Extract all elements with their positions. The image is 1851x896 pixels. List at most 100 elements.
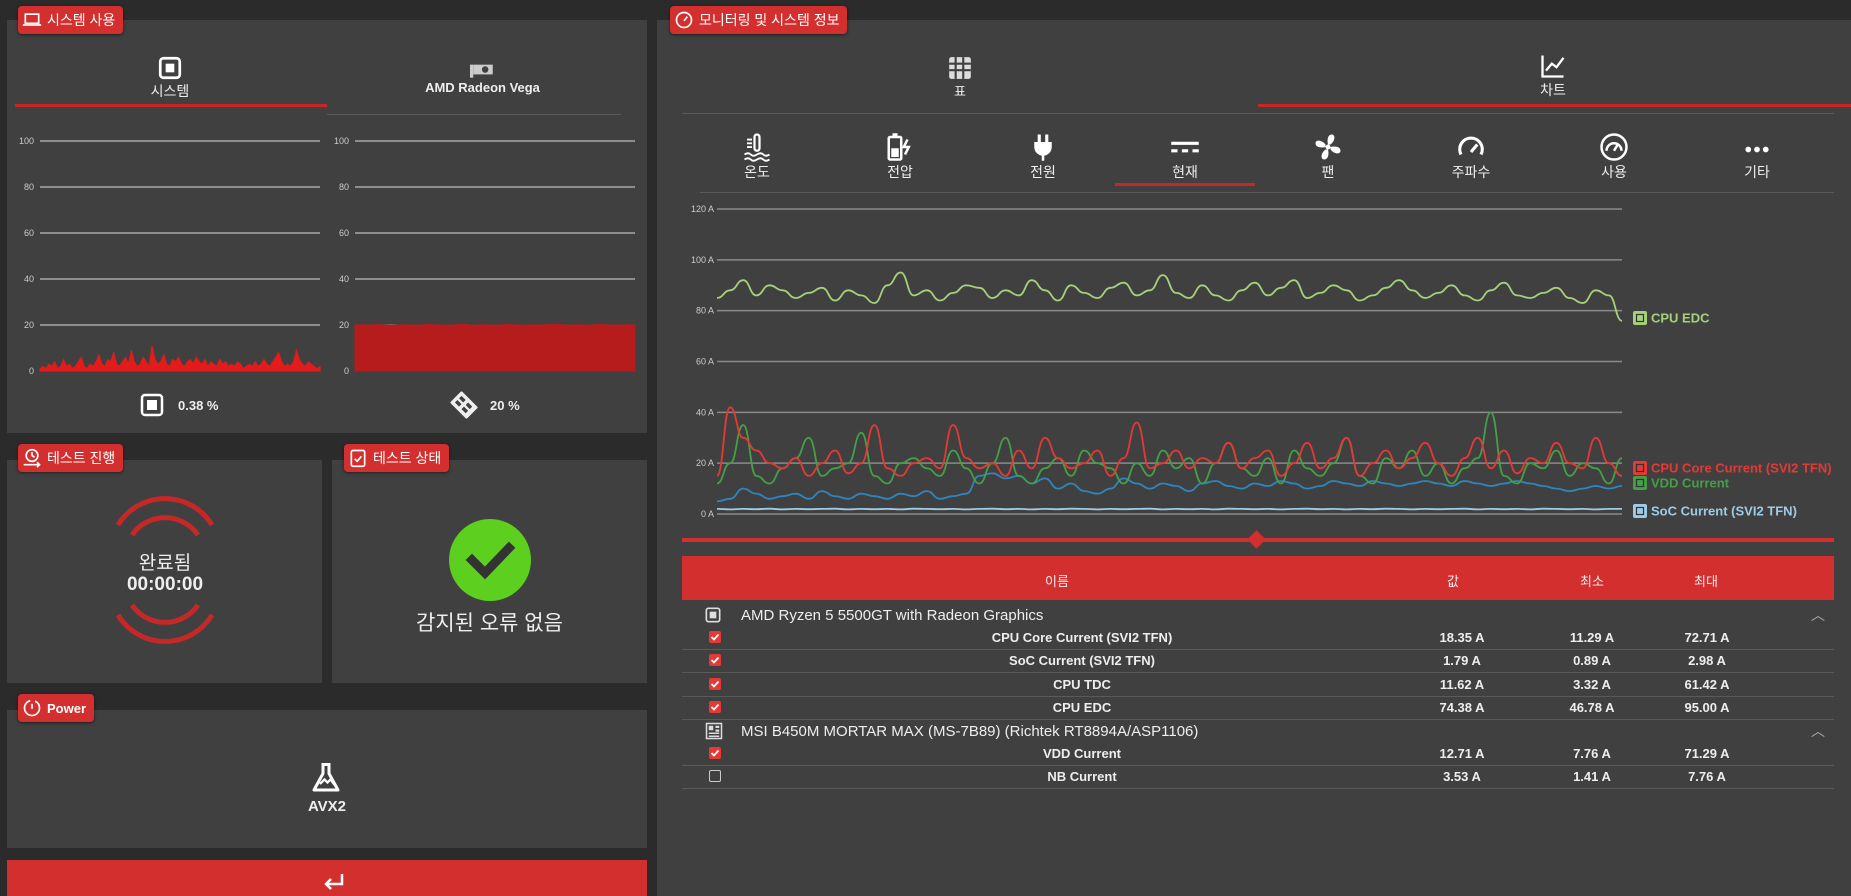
tab-other[interactable]: 기타 [1727,132,1787,182]
progress-time: 00:00:00 [126,574,204,595]
y-tick-label: 20 [24,320,34,330]
power-cycle-icon [23,699,41,717]
table-row[interactable]: CPU EDC 74.38 A 46.78 A 95.00 A [682,696,1834,720]
sensor-value: 3.53 A [1443,769,1481,785]
cpu-usage-value: 0.38 % [178,397,219,413]
tab-frequency[interactable]: 주파수 [1441,132,1501,182]
line-chart-icon [1541,55,1565,78]
progress-status: 완료됨 [138,553,192,574]
table-row[interactable]: NB Current 3.53 A 1.41 A 7.76 A [682,765,1834,790]
cpu-usage-area [39,345,321,372]
thermometer-icon [743,133,771,162]
check-icon [710,633,720,641]
tab-usage[interactable]: 사용 [1584,132,1644,182]
y-tick-label: 60 [24,228,34,238]
sensor-value: 12.71 A [1439,746,1485,761]
sensor-max: 61.42 A [1684,676,1730,692]
col-min[interactable]: 최소 [1580,571,1604,590]
legend-label[interactable]: VDD Current [1651,476,1730,491]
badge-label: 테스트 상태 [373,450,442,466]
y-tick-label: 20 [339,320,349,330]
device-name: AMD Ryzen 5 5500GT with Radeon Graphics [741,607,1044,624]
tab-chart-underline [1258,104,1851,107]
collapse-icon[interactable]: ︿ [1811,721,1825,741]
tab-temperature[interactable]: 온도 [727,132,787,182]
legend-swatch[interactable] [1633,476,1647,490]
tab-label: 주파수 [1451,164,1491,180]
tab-voltage[interactable]: 전압 [870,132,930,182]
series-line [716,406,1623,477]
legend-swatch[interactable] [1633,311,1647,325]
y-tick-label: 40 A [696,407,714,417]
fan-icon [1315,134,1341,160]
battery-charging-icon [887,133,911,161]
y-tick-label: 20 A [696,458,714,468]
device-group[interactable]: MSI B450M MORTAR MAX (MS-7B89) (Richtek … [682,719,1834,743]
legend-swatch[interactable] [1633,504,1647,518]
row-checkbox[interactable] [709,747,721,759]
device-group[interactable]: AMD Ryzen 5 5500GT with Radeon Graphics … [682,603,1834,627]
legend-label[interactable]: CPU EDC [1651,311,1710,326]
tab-gpu[interactable]: AMD Radeon Vega [405,58,560,95]
legend-label[interactable]: SoC Current (SVI2 TFN) [1651,504,1797,519]
table-row[interactable]: SoC Current (SVI2 TFN) 1.79 A 0.89 A 2.98 A [682,649,1834,674]
gauge-icon [1600,133,1628,161]
col-value[interactable]: 값 [1447,571,1459,590]
tab-label: 팬 [1321,164,1335,180]
check-icon [710,703,720,711]
device-name: MSI B450M MORTAR MAX (MS-7B89) (Richtek … [741,723,1199,740]
y-tick-label: 100 A [691,255,714,265]
col-name[interactable]: 이름 [1045,571,1069,590]
tab-current[interactable]: 현재 [1155,132,1215,182]
y-tick-label: 60 A [696,357,714,367]
return-button[interactable] [7,860,647,896]
current-icon [1171,141,1199,153]
gpu-usage-area [354,323,636,372]
tab-label: 시스템 [150,83,190,99]
system-usage-badge: 시스템 사용 [18,6,124,34]
y-tick-label: 0 [344,366,349,376]
sensor-min: 7.76 A [1573,746,1611,761]
y-tick-label: 100 [19,136,34,146]
collapse-icon[interactable]: ︿ [1811,605,1825,625]
col-max[interactable]: 최대 [1694,571,1718,590]
sensor-max: 2.98 A [1688,653,1726,669]
tab-label: 표 [954,84,966,99]
sensor-min: 46.78 A [1569,699,1615,715]
legend-label[interactable]: CPU Core Current (SVI2 TFN) [1651,461,1832,476]
sensor-value: 1.79 A [1443,653,1481,669]
legend-swatch[interactable] [1633,461,1647,475]
badge-label: 시스템 사용 [47,12,116,28]
sensor-name: SoC Current (SVI2 TFN) [1009,653,1155,669]
view-tabs-divider [682,113,1834,114]
tab-table[interactable]: 표 [920,55,1000,100]
table-row[interactable]: CPU Core Current (SVI2 TFN) 18.35 A 11.29 … [682,626,1834,650]
gpu-usage-chart: 100 80 60 40 20 0 [334,136,636,376]
y-tick-label: 80 A [696,306,714,316]
badge-label: 모니터링 및 시스템 정보 [699,12,840,28]
row-checkbox[interactable] [709,700,721,713]
tab-system-underline [15,104,327,107]
tab-chart[interactable]: 차트 [1513,52,1593,100]
sensor-max: 7.76 A [1688,769,1726,785]
row-checkbox[interactable] [709,654,721,667]
y-tick-label: 80 [339,182,349,192]
y-tick-label: 40 [339,274,349,284]
series-line [716,472,1623,503]
memory-stick-icon [450,391,478,419]
row-checkbox[interactable] [709,631,721,643]
cpu-icon [140,393,164,417]
row-checkbox[interactable] [709,677,721,690]
table-row[interactable]: CPU TDC 11.62 A 3.32 A 61.42 A [682,673,1834,697]
cpu-usage-chart: 100 80 60 40 20 0 [19,136,321,376]
gpu-icon [469,64,493,78]
tab-system[interactable]: 시스템 [140,55,200,101]
table-row[interactable]: VDD Current 12.71 A 7.76 A 71.29 A [682,742,1834,766]
cpu-icon [158,56,182,80]
tab-power[interactable]: 전원 [1013,132,1073,182]
series-line [716,271,1623,322]
tab-label: 전압 [887,164,913,180]
tab-fan[interactable]: 팬 [1298,132,1358,182]
y-tick-label: 0 A [701,509,714,519]
row-checkbox[interactable] [709,770,721,783]
